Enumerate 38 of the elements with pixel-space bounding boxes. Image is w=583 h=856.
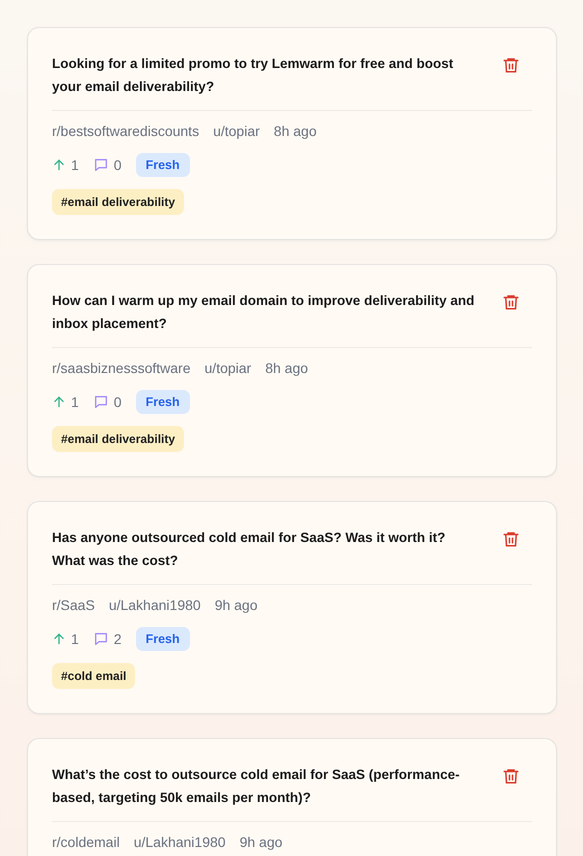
delete-icon[interactable]	[502, 767, 520, 785]
post-time: 8h ago	[265, 360, 308, 376]
subreddit[interactable]: r/SaaS	[52, 597, 95, 613]
comment-icon	[92, 157, 109, 173]
upvote-count: 1	[71, 394, 79, 410]
comment-count: 0	[114, 157, 122, 173]
comment-count: 0	[114, 394, 122, 410]
upvote-count: 1	[71, 631, 79, 647]
post-title[interactable]: How can I warm up my email domain to improve deliverability and inbox placement?	[52, 289, 478, 335]
status-badge: Fresh	[136, 627, 190, 651]
upvote-icon	[52, 632, 66, 646]
comment-icon	[92, 631, 109, 647]
comment-count: 2	[114, 631, 122, 647]
post-title[interactable]: Has anyone outsourced cold email for SaaS? Was it worth it? What was the cost?	[52, 526, 478, 572]
author[interactable]: u/Lakhani1980	[108, 597, 201, 613]
author[interactable]: u/Lakhani1980	[134, 834, 226, 850]
author[interactable]: u/topiar	[213, 123, 260, 139]
tag[interactable]: #email deliverability	[52, 426, 184, 452]
subreddit[interactable]: r/saasbiznesssoftware	[52, 360, 191, 376]
upvote-icon	[52, 395, 66, 409]
author[interactable]: u/topiar	[204, 360, 252, 376]
post-time: 8h ago	[274, 123, 317, 139]
delete-icon[interactable]	[502, 56, 520, 74]
delete-icon[interactable]	[502, 293, 520, 311]
post-time: 9h ago	[214, 597, 258, 613]
status-badge: Fresh	[136, 153, 190, 177]
upvote-icon	[52, 158, 66, 172]
subreddit[interactable]: r/coldemail	[52, 834, 120, 850]
upvote-count: 1	[71, 157, 79, 173]
post-title[interactable]: What’s the cost to outsource cold email for SaaS (performance-based, targeting 50k emails per month)?	[52, 763, 478, 809]
delete-icon[interactable]	[502, 530, 520, 548]
status-badge: Fresh	[136, 390, 190, 414]
subreddit[interactable]: r/bestsoftwarediscounts	[52, 123, 200, 139]
post-time: 9h ago	[240, 834, 282, 850]
comment-icon	[92, 394, 109, 410]
tag[interactable]: #cold email	[52, 663, 136, 689]
tag[interactable]: #email deliverability	[52, 189, 184, 215]
post-title[interactable]: Looking for a limited promo to try Lemwarm for free and boost your email deliverability?	[52, 52, 478, 98]
